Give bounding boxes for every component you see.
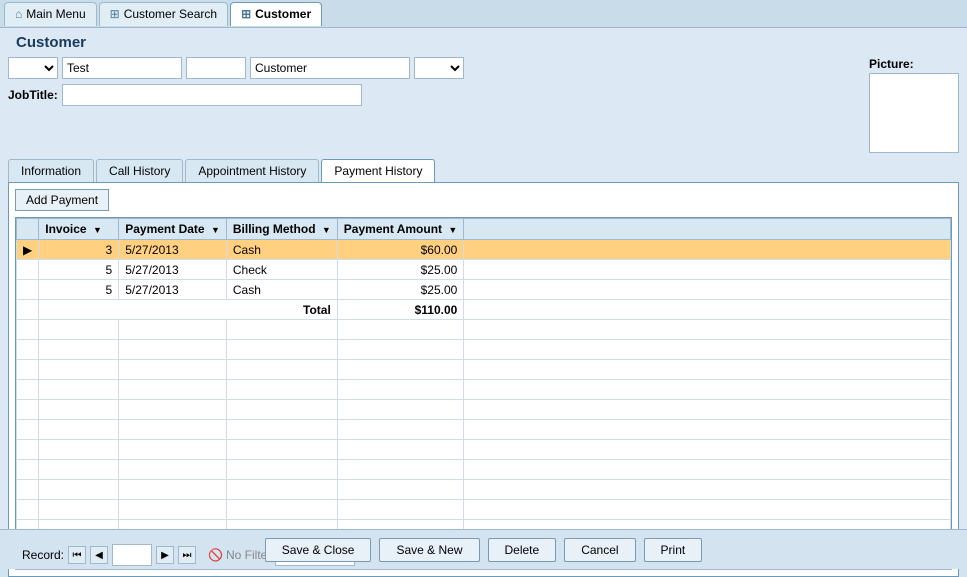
empty-row xyxy=(17,380,951,400)
nav-filter: 🚫 No Filter xyxy=(208,548,271,562)
billing-sort-icon: ▼ xyxy=(322,225,331,235)
tab-appointment-history[interactable]: Appointment History xyxy=(185,159,319,182)
billing-cell: Check xyxy=(226,260,337,280)
inner-tabs: Information Call History Appointment His… xyxy=(8,159,959,182)
amount-cell: $60.00 xyxy=(337,240,464,260)
nav-last-button[interactable]: ⏭ xyxy=(178,546,196,564)
tab-customer[interactable]: ⊞ Customer xyxy=(230,2,322,26)
date-cell: 5/27/2013 xyxy=(119,260,227,280)
nav-first-button[interactable]: ⏮ xyxy=(68,546,86,564)
empty-row xyxy=(17,360,951,380)
nav-prev-button[interactable]: ◀ xyxy=(90,546,108,564)
amount-cell: $25.00 xyxy=(337,260,464,280)
picture-box: Picture: xyxy=(869,57,959,153)
name-row xyxy=(8,57,861,79)
extra-cell xyxy=(464,260,951,280)
empty-row xyxy=(17,460,951,480)
row-indicator xyxy=(17,280,39,300)
col-indicator xyxy=(17,219,39,240)
date-sort-icon: ▼ xyxy=(211,225,220,235)
billing-cell: Cash xyxy=(226,280,337,300)
delete-button[interactable]: Delete xyxy=(488,538,557,562)
middle-name-input[interactable] xyxy=(186,57,246,79)
invoice-sort-icon: ▼ xyxy=(93,225,102,235)
tab-call-history[interactable]: Call History xyxy=(96,159,183,182)
save-new-button[interactable]: Save & New xyxy=(379,538,479,562)
last-name-input[interactable] xyxy=(250,57,410,79)
nav-record-input[interactable] xyxy=(112,544,152,566)
table-row[interactable]: ▶ 3 5/27/2013 Cash $60.00 xyxy=(17,240,951,260)
tab-information[interactable]: Information xyxy=(8,159,94,182)
payment-table-container: Invoice ▼ Payment Date ▼ Billing Method … xyxy=(15,217,952,541)
invoice-cell: 5 xyxy=(39,280,119,300)
total-amount: $110.00 xyxy=(337,300,464,320)
main-content: Customer JobTitle: P xyxy=(0,28,967,529)
invoice-cell: 3 xyxy=(39,240,119,260)
tab-main-menu[interactable]: ⌂ Main Menu xyxy=(4,2,97,26)
payment-table: Invoice ▼ Payment Date ▼ Billing Method … xyxy=(16,218,951,540)
col-payment-amount[interactable]: Payment Amount ▼ xyxy=(337,219,464,240)
customer-title: Customer xyxy=(16,34,86,51)
extra-cell xyxy=(464,240,951,260)
tab-customer-search[interactable]: ⊞ Customer Search xyxy=(99,2,228,26)
invoice-cell: 5 xyxy=(39,260,119,280)
person-icon: ⊞ xyxy=(241,7,251,21)
form-fields: JobTitle: xyxy=(8,57,861,153)
picture-label: Picture: xyxy=(869,57,914,71)
record-label: Record: xyxy=(22,548,64,562)
home-icon: ⌂ xyxy=(15,7,22,21)
extra-cell xyxy=(464,280,951,300)
jobtitle-row: JobTitle: xyxy=(8,84,861,106)
save-close-button[interactable]: Save & Close xyxy=(265,538,372,562)
table-row[interactable]: 5 5/27/2013 Check $25.00 xyxy=(17,260,951,280)
empty-row xyxy=(17,420,951,440)
form-area: JobTitle: Picture: xyxy=(8,57,959,153)
billing-cell: Cash xyxy=(226,240,337,260)
amount-sort-icon: ▼ xyxy=(448,225,457,235)
col-payment-date[interactable]: Payment Date ▼ xyxy=(119,219,227,240)
table-icon: ⊞ xyxy=(110,7,120,21)
empty-row xyxy=(17,480,951,500)
cancel-button[interactable]: Cancel xyxy=(564,538,635,562)
print-button[interactable]: Print xyxy=(644,538,703,562)
row-indicator: ▶ xyxy=(17,240,39,260)
jobtitle-label: JobTitle: xyxy=(8,88,58,102)
empty-row xyxy=(17,400,951,420)
table-row[interactable]: 5 5/27/2013 Cash $25.00 xyxy=(17,280,951,300)
filter-icon: 🚫 xyxy=(208,548,223,562)
empty-row xyxy=(17,500,951,520)
extra-cell xyxy=(464,300,951,320)
empty-row xyxy=(17,340,951,360)
picture-frame xyxy=(869,73,959,153)
suffix-dropdown[interactable] xyxy=(414,57,464,79)
jobtitle-input[interactable] xyxy=(62,84,362,106)
customer-header: Customer xyxy=(8,34,959,51)
col-invoice[interactable]: Invoice ▼ xyxy=(39,219,119,240)
date-cell: 5/27/2013 xyxy=(119,240,227,260)
empty-row xyxy=(17,320,951,340)
empty-row xyxy=(17,440,951,460)
row-indicator xyxy=(17,260,39,280)
total-label: Total xyxy=(39,300,338,320)
col-extra xyxy=(464,219,951,240)
date-cell: 5/27/2013 xyxy=(119,280,227,300)
tab-payment-history[interactable]: Payment History xyxy=(321,159,435,182)
col-billing-method[interactable]: Billing Method ▼ xyxy=(226,219,337,240)
nav-next-button[interactable]: ▶ xyxy=(156,546,174,564)
total-row: Total $110.00 xyxy=(17,300,951,320)
amount-cell: $25.00 xyxy=(337,280,464,300)
add-payment-button[interactable]: Add Payment xyxy=(15,189,109,211)
title-dropdown[interactable] xyxy=(8,57,58,79)
panel-content: Add Payment Invoice ▼ Payment Date ▼ xyxy=(8,182,959,577)
first-name-input[interactable] xyxy=(62,57,182,79)
row-indicator xyxy=(17,300,39,320)
title-bar: ⌂ Main Menu ⊞ Customer Search ⊞ Customer xyxy=(0,0,967,28)
